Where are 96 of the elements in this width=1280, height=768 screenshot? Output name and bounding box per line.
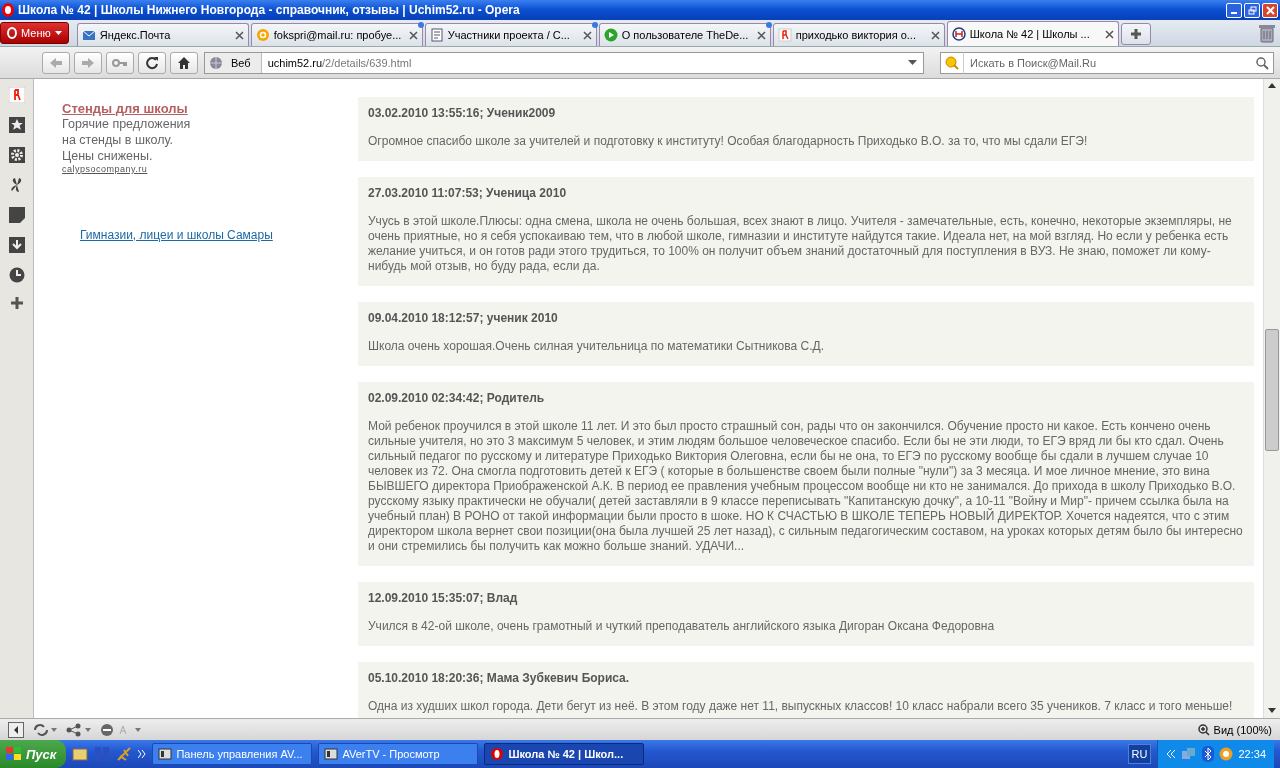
comment-header: 05.10.2010 18:20:36; Мама Зубкевич Бориса.: [368, 671, 631, 685]
settings-icon[interactable]: [8, 147, 25, 163]
opera-logo-icon: [490, 747, 505, 761]
comment-text: Школа очень хорошая.Очень силная учительница по математики Сытникова С.Д.: [368, 339, 825, 354]
comment-header: 27.03.2010 11:07:53; Ученица 2010: [368, 186, 568, 200]
comment-text: Мой ребенок проучился в этой школе 11 лет. И это был просто страшный сон, рады что он закончился. Обучение просто ни какое. Есть кончено очень сильные учителя, но это 3 максимум 5 человек, и этим людям большое человеческое спасибо. Если бы не эти люди, то ЕГЭ вряд ли бы кто сдал. Очень сильный педагог по русскому и литературе Приходько Виктория Олеговна, если бы не она, то ЕГЭ по русскому вообще бы сдали в лучшем случае 10 человек из 72. Она смогла подготовить детей к ЕГЭ ( которые в большенстве своем были полные "нули") за 3 месяца. И мое личное мнение, это вина БЫВШЕГО директора Приображенской А.К. В период ее правления учебным процессом вообще ни кто не занимался. До прихода в школу Приходько В.О. русскому языку практически не обучали( детей заставляли в 9 классе переписывать "Капитанскую дочку", а 10-11 "Войну и Мир"- причем ссылка была на учебный план) В РОНО от такой информации были просто в шоке. НО К СЧАСТЬЮ В ШКОЛЕ ТЕПЕРЬ НОВЫЙ ДИРЕКТОР. Хочется надеятся, что с этим директором школа вернет свои позиции(она была лучшей 25 лет назад), с сильным педагогическим составом, на уроках которых детям было бы интересно и они стремились бы получить как можно больше знаний. УДАЧИ...: [368, 419, 1244, 554]
forward-arrow-icon: [81, 56, 95, 69]
key-icon: [112, 57, 128, 68]
search-engine-selector[interactable]: Веб: [205, 52, 262, 73]
sync-icon[interactable]: [32, 722, 58, 737]
tab-favicon-icon: [429, 28, 444, 42]
comment-header: 09.04.2010 18:12:57; ученик 2010: [368, 311, 559, 325]
app-window-icon: [324, 747, 339, 761]
restore-button[interactable]: [1244, 2, 1260, 18]
tab-favicon-icon: [777, 28, 792, 42]
quick-launch-icon[interactable]: [72, 746, 89, 762]
window-title: Школа № 42 | Школы Нижнего Новгорода - справочник, отзывы | Uchim52.ru - Opera: [18, 3, 521, 17]
comment-header: 03.02.2010 13:55:16; Ученик2009: [368, 106, 557, 120]
close-icon: [1265, 5, 1275, 15]
comment-text: Огромное спасибо школе за учителей и подготовку к институту! Особая благодарность Приходько В.О. за то, что мы сдали ЕГЭ!: [368, 134, 1089, 149]
new-tab-button[interactable]: [1120, 23, 1151, 45]
tab-favicon-icon: [951, 27, 966, 41]
minimize-button[interactable]: [1226, 2, 1242, 18]
bookmark-star-icon[interactable]: [8, 117, 25, 133]
bluetooth-icon[interactable]: [1202, 746, 1215, 762]
comment-text: Учился в 42-ой школе, очень грамотный и чуткий преподаватель английского языка Дигоран Оксана Федоровна: [368, 619, 996, 634]
taskbar-button[interactable]: Панель управления AV...: [152, 743, 313, 765]
download-icon[interactable]: [8, 237, 25, 253]
reload-button[interactable]: [138, 51, 166, 74]
chevron-icon[interactable]: [138, 749, 147, 759]
dropdown-caret-icon[interactable]: [908, 59, 917, 66]
search-field[interactable]: Искать в Поиск@Mail.Ru: [964, 51, 1274, 74]
url-text: uchim52.ru/2/details/639.html: [266, 56, 413, 69]
trash-icon[interactable]: [1258, 23, 1276, 43]
ad-text: на стенды в школу.: [62, 132, 173, 148]
comment-text: Одна из худших школ города. Дети бегут из неё. В этом году даже нет 11, выпускных классов! 10 класс набрали всего 35 учеников. 7 класс и того меньше!: [368, 699, 1234, 714]
opera-logo-icon: [7, 27, 17, 39]
comment-text: Учусь в этой школе.Плюсы: одна смена, школа не очень большая, всех знают в лицо. Учителя - замечательные, есть, конечно, некоторые экземпляры, не очень приятные, но я себя успокаиваю тем, что в любой школе, гимназии и институте найдутся такие. Идеала нет, на мой взгляд. Но если у ребенка есть желание учиться, и он готов ради этого трудиться, то 100% он получит объем знаний достаточный для поступления в ВУЗ. Не знаю, поможет ли кому-нибудь мой отзыв, но буду рада, если да.: [368, 214, 1233, 274]
zoom-control[interactable]: Вид (100%): [1197, 723, 1272, 736]
scroll-up-icon[interactable]: [1268, 83, 1276, 89]
reload-icon: [145, 55, 159, 70]
tab-favicon-icon: [255, 28, 270, 42]
tab-close-icon[interactable]: [1104, 29, 1114, 39]
add-panel-icon[interactable]: [10, 297, 23, 309]
search-engine-icon[interactable]: [940, 51, 964, 74]
plus-icon: [1129, 28, 1142, 40]
comment-header: 12.09.2010 15:35:07; Влад: [368, 591, 519, 605]
tab-favicon-icon: [603, 28, 618, 42]
scroll-down-icon[interactable]: [1268, 708, 1276, 714]
tab-close-icon[interactable]: [408, 30, 418, 40]
caret-icon: [54, 30, 62, 36]
home-icon: [177, 55, 191, 70]
tray-app-icon[interactable]: [1219, 747, 1234, 761]
restore-icon: [1247, 5, 1257, 15]
note-icon[interactable]: [8, 207, 25, 223]
yandex-icon[interactable]: [8, 87, 25, 103]
scroll-thumb[interactable]: [1265, 329, 1279, 451]
clock: 22:34: [1238, 748, 1266, 760]
start-button[interactable]: Пуск: [0, 740, 67, 768]
browser-tab[interactable]: Яндекс.Почта: [76, 23, 249, 46]
language-indicator[interactable]: RU: [1127, 744, 1152, 764]
tab-close-icon[interactable]: [234, 30, 244, 40]
schools-link[interactable]: Гимназии, лицеи и школы Самары: [80, 228, 273, 242]
chevron-icon[interactable]: [1166, 749, 1177, 759]
browser-tab[interactable]: приходько виктория о...: [772, 23, 945, 46]
tab-favicon-icon: [81, 28, 96, 42]
taskbar-button[interactable]: Школа № 42 | Школ...: [484, 743, 645, 765]
search-icon[interactable]: [1255, 55, 1269, 70]
minimize-icon: [1231, 11, 1237, 14]
ad-domain-link[interactable]: calypsocompany.ru: [62, 164, 148, 174]
browser-tab[interactable]: Участники проекта / С...: [424, 23, 597, 46]
globe-icon: [209, 55, 223, 70]
tab-close-icon[interactable]: [756, 30, 766, 40]
ad-text: Горячие предложения: [62, 116, 191, 132]
home-button[interactable]: [170, 51, 198, 74]
tab-close-icon[interactable]: [582, 30, 592, 40]
back-arrow-icon: [49, 56, 63, 69]
comment-header: 02.09.2010 02:34:42; Родитель: [368, 391, 546, 405]
ad-title-link[interactable]: Стенды для школы: [62, 101, 188, 116]
taskbar-button[interactable]: AVerTV - Просмотр: [318, 743, 479, 765]
ad-text: Цены снижены.: [62, 148, 153, 164]
menu-button[interactable]: Меню: [0, 22, 69, 44]
zoom-icon: [1197, 723, 1210, 736]
network-icon[interactable]: [66, 722, 92, 737]
browser-tab[interactable]: Школа № 42 | Школы ...: [946, 21, 1119, 46]
panel-toggle-icon[interactable]: [8, 721, 24, 738]
address-field[interactable]: Веб uchim52.ru/2/details/639.html: [204, 51, 924, 74]
browser-tab[interactable]: fokspri@mail.ru: пробуе...: [250, 23, 423, 46]
app-window-icon: [158, 747, 173, 761]
opera-logo-icon: [2, 3, 14, 17]
tab-close-icon[interactable]: [930, 30, 940, 40]
windows-logo-icon: [6, 747, 22, 761]
browser-tab[interactable]: О пользователе TheDe...: [598, 23, 771, 46]
close-button[interactable]: [1262, 2, 1278, 18]
clock-icon[interactable]: [8, 267, 25, 283]
quick-launch-icon[interactable]: [116, 746, 133, 762]
